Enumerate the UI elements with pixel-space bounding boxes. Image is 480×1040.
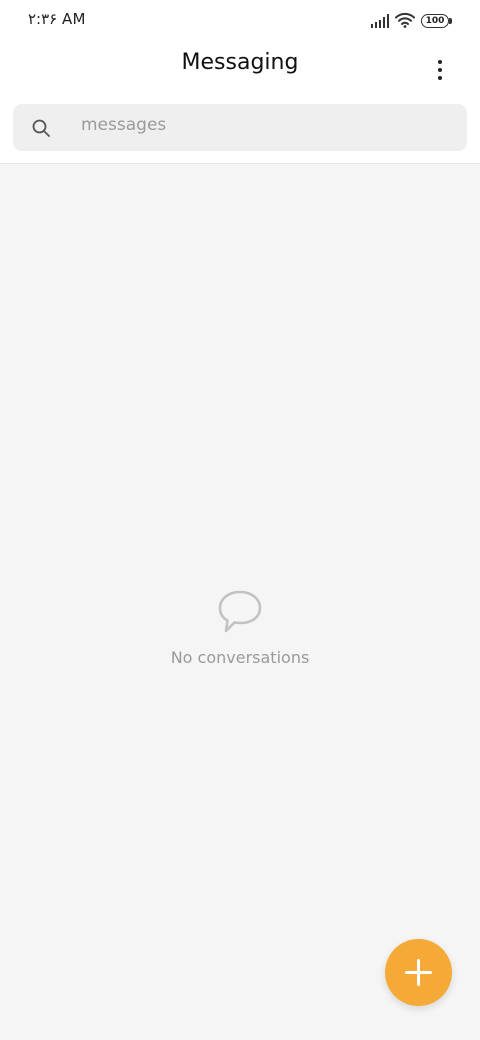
battery-indicator: 100 [421,14,452,28]
search-placeholder: messages [81,115,167,135]
wifi-icon [395,12,415,28]
battery-level: 100 [425,16,445,26]
status-time: ۲:۳۶ AM [28,10,86,28]
app-header: ۲:۳۶ AM 100 Messaging messages [0,0,480,164]
new-message-button[interactable] [385,939,452,1006]
messaging-screen: ۲:۳۶ AM 100 Messaging messages No conver… [0,0,480,1040]
status-bar: ۲:۳۶ AM 100 [0,0,480,40]
empty-state-text: No conversations [170,648,310,667]
search-input[interactable]: messages [13,104,467,151]
more-vertical-icon [438,60,442,64]
search-icon [32,119,50,137]
more-options-button[interactable] [424,54,456,86]
chat-bubble-icon [218,590,262,633]
page-title: Messaging [181,50,299,75]
empty-state: No conversations [0,588,480,667]
signal-icon [371,14,389,28]
